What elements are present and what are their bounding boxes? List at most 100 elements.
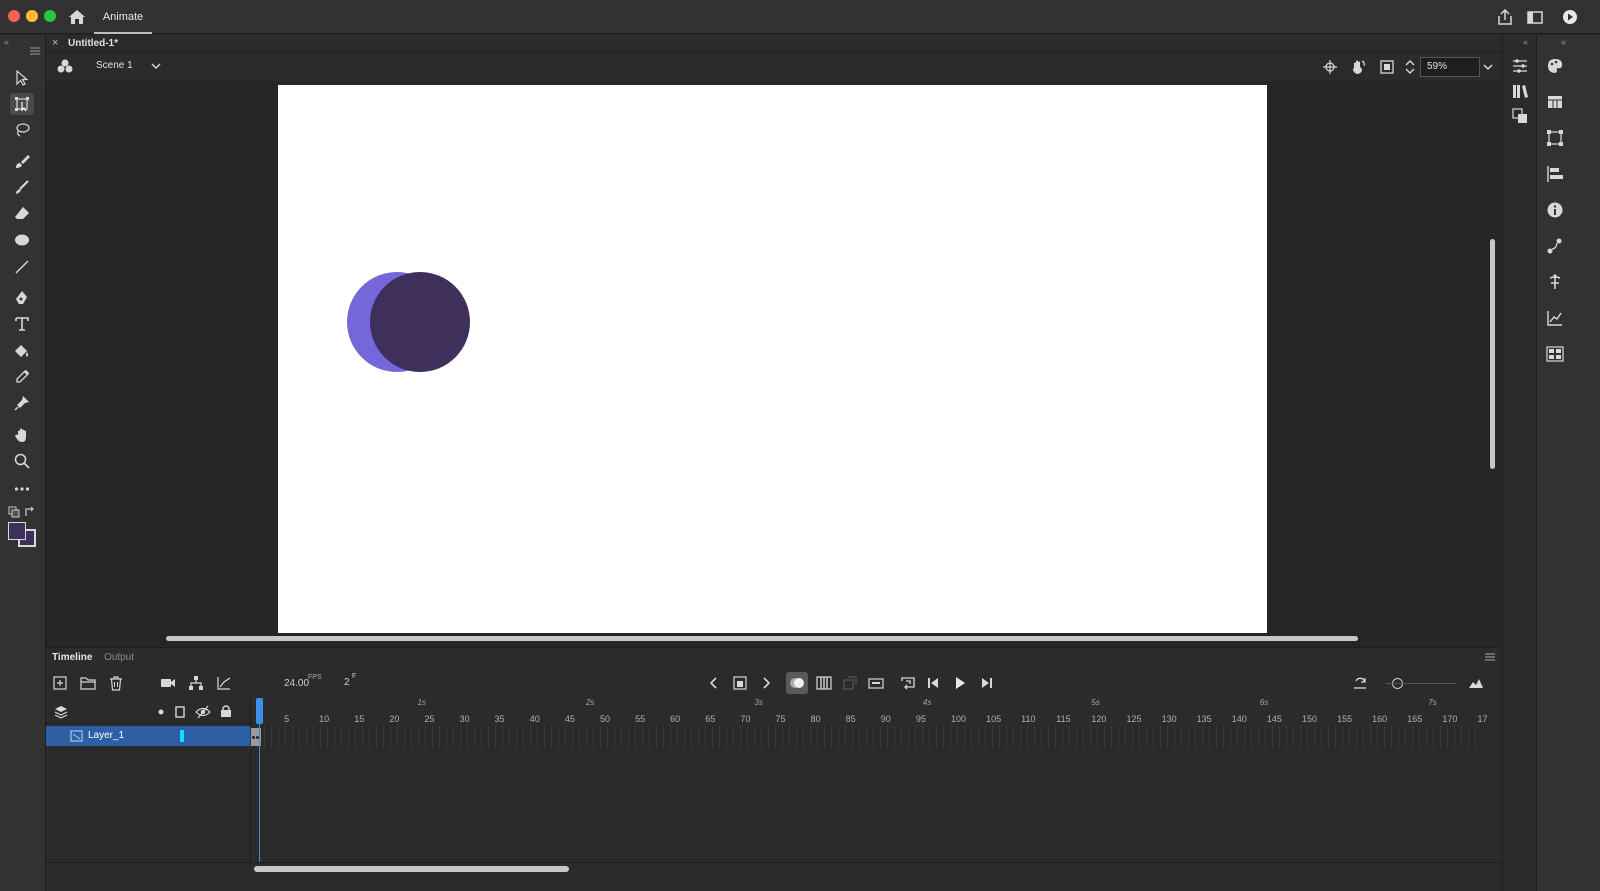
brush-tool[interactable] [10,176,34,198]
tools-menu-icon[interactable] [30,47,40,55]
title-bar: Animate [0,0,1600,34]
pasteboard[interactable] [46,81,1502,643]
layer-name[interactable]: Layer_1 [88,730,124,741]
center-stage-icon[interactable] [1322,59,1338,75]
chevron-down-icon[interactable] [150,60,162,72]
camera-icon[interactable] [160,675,176,691]
lasso-tool-icon [16,123,30,137]
asset-warp-tool[interactable] [10,392,34,414]
layer-color-tag[interactable] [180,730,184,742]
zoom-input[interactable]: 59% [1420,57,1480,77]
oval-tool[interactable] [10,229,34,251]
close-document-icon[interactable]: × [52,37,58,49]
zoom-window-button[interactable] [44,10,56,22]
timeline-divider[interactable] [250,698,251,862]
info-panel-icon[interactable] [1546,201,1564,219]
play-icon[interactable] [952,675,968,691]
frames-grid[interactable] [250,726,1482,748]
motion-presets-icon[interactable] [1546,237,1564,255]
loop-playback-icon[interactable] [900,675,916,691]
timeline-panel: Timeline Output 24.00 FPS 2 F Layer_1 5 … [46,647,1502,891]
delete-layer-icon[interactable] [108,675,124,691]
edit-multiple-frames-icon[interactable] [816,675,832,691]
timeline-zoom-slider[interactable] [1386,683,1456,684]
onion-skin-button[interactable] [786,672,808,694]
text-tool[interactable] [10,313,34,335]
ruler-frame-label: 20 [389,714,400,724]
lasso-tool[interactable] [10,119,34,141]
properties-panel-icon[interactable] [1511,57,1529,75]
stroke-color-swatch[interactable] [8,522,26,540]
app-tab-animate[interactable]: Animate [94,0,152,34]
outline-layers-icon[interactable] [174,705,186,719]
frame-picker-icon[interactable] [1546,345,1564,363]
tab-timeline[interactable]: Timeline [52,652,92,663]
transform-panel-icon[interactable] [1546,129,1564,147]
parenting-view-icon[interactable] [188,675,204,691]
assets-panel-icon[interactable] [1511,107,1529,125]
collapse-wide-dock-icon[interactable]: « [1561,37,1566,47]
hide-layers-icon[interactable] [195,705,211,719]
library-panel-icon[interactable] [1511,82,1529,100]
collapse-tools-icon[interactable]: « [4,37,9,47]
default-colors-icon[interactable] [8,506,20,518]
swap-colors-icon[interactable] [24,506,36,518]
next-keyframe-icon[interactable] [758,675,774,691]
eraser-tool[interactable] [10,202,34,224]
fps-value[interactable]: 24.00 [284,678,309,689]
color-panel-icon[interactable] [1546,57,1564,75]
free-transform-tool[interactable] [10,93,34,115]
current-frame-value[interactable]: 2 [344,677,350,688]
fit-frames-icon[interactable] [1468,675,1484,691]
graph-icon[interactable] [216,675,232,691]
step-back-icon[interactable] [926,675,942,691]
panel-menu-icon[interactable] [1484,652,1496,662]
home-icon[interactable] [68,9,86,25]
lock-icon[interactable] [220,704,232,718]
frame-ruler[interactable]: 5 10 15 20 25 30 35 40 45 50 55 60 65 70 75 80 85 90 95 100… [252,698,1487,726]
layer-row[interactable]: Layer_1 [46,726,250,746]
minimize-window-button[interactable] [26,10,38,22]
insert-classic-tween-icon[interactable] [868,675,884,691]
line-tool[interactable] [10,256,34,278]
previous-keyframe-icon[interactable] [706,675,722,691]
share-icon[interactable] [1496,9,1514,25]
stage-vertical-scrollbar[interactable] [1490,239,1495,469]
workspace-icon[interactable] [1526,9,1544,25]
paint-brush-tool[interactable] [10,150,34,172]
motion-editor-icon[interactable] [1546,309,1564,327]
new-folder-icon[interactable] [80,675,96,691]
step-forward-icon[interactable] [978,675,994,691]
highlight-layers-icon[interactable] [158,709,164,715]
pen-tool[interactable] [10,287,34,309]
stage[interactable] [278,85,1267,633]
scene-name[interactable]: Scene 1 [96,60,133,71]
stage-horizontal-scrollbar[interactable] [166,636,1358,641]
new-layer-icon[interactable] [52,675,68,691]
more-tools[interactable] [10,478,34,500]
insert-keyframe-icon[interactable] [732,675,748,691]
timeline-horizontal-scrollbar[interactable] [254,866,569,872]
close-window-button[interactable] [8,10,20,22]
clip-content-icon[interactable] [1379,59,1395,75]
zoom-dropdown-chevron-icon[interactable] [1482,61,1494,73]
zoom-tool[interactable] [10,450,34,472]
align-panel-icon[interactable] [1546,165,1564,183]
selection-tool[interactable] [10,67,34,89]
hand-tool[interactable] [10,424,34,446]
publish-play-icon[interactable] [1561,9,1579,25]
center-frame-icon[interactable] [1352,675,1368,691]
zoom-stepper-icon[interactable] [1402,59,1418,75]
layers-icon[interactable] [54,705,68,719]
tab-output[interactable]: Output [104,652,134,663]
paint-bucket-tool[interactable] [10,340,34,362]
swatches-panel-icon[interactable] [1546,93,1564,111]
document-tab-title[interactable]: Untitled-1* [68,38,118,49]
dark-purple-circle[interactable] [370,272,470,372]
collapse-dock-icon[interactable]: « [1523,37,1528,47]
rotate-stage-icon[interactable] [1350,59,1366,75]
components-panel-icon[interactable] [1546,273,1564,291]
scene-icon[interactable] [56,58,74,76]
eyedropper-tool[interactable] [10,366,34,388]
playhead[interactable] [259,698,260,862]
